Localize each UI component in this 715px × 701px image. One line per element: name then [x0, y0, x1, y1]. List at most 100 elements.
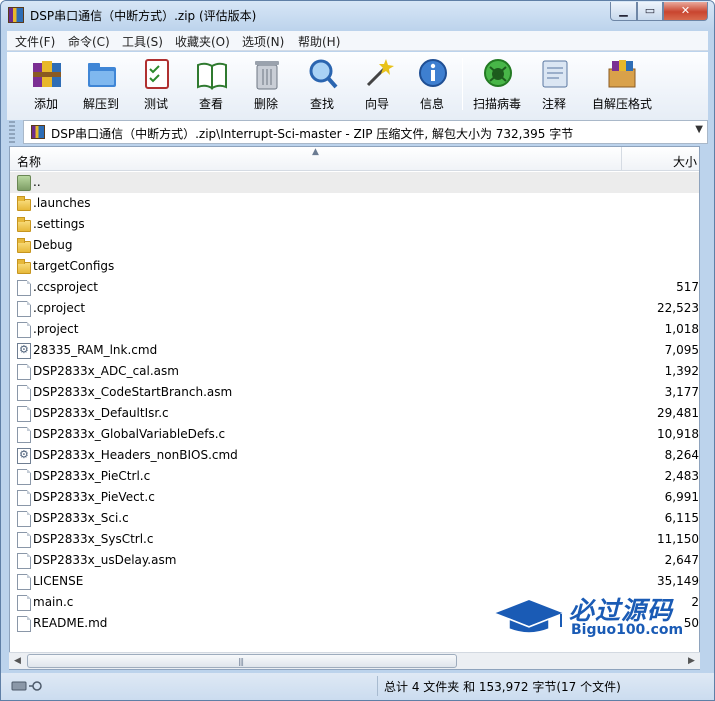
file-row[interactable]: .ccsproject 517: [10, 277, 699, 298]
sfx-label: 自解压格式: [591, 97, 652, 111]
sfx-button[interactable]: 自解压格式: [589, 55, 655, 115]
file-name: README.md: [33, 616, 108, 630]
file-size: 3,177: [664, 385, 699, 399]
address-bar[interactable]: DSP串口通信（中断方式）.zip\Interrupt-Sci-master -…: [23, 120, 708, 144]
close-button[interactable]: ✕: [663, 2, 708, 21]
menu-bar: 文件(F) 命令(C) 工具(S) 收藏夹(O) 选项(N) 帮助(H): [7, 31, 708, 51]
file-row[interactable]: DSP2833x_SysCtrl.c 11,150: [10, 529, 699, 550]
watermark: 必过源码 Biguo100.com: [491, 591, 701, 641]
file-size: 1,018: [664, 322, 699, 336]
file-row[interactable]: LICENSE 35,149: [10, 571, 699, 592]
toolbar: 添加 解压到 测试 查看 删除 查找 向导 信息 扫描病毒 注释 自解压格式: [7, 52, 708, 120]
virus-scan-icon: [484, 59, 512, 87]
menu-commands[interactable]: 命令(C): [68, 33, 110, 50]
info-icon: [419, 59, 447, 87]
horizontal-scrollbar[interactable]: ◀ ||| ▶: [9, 652, 700, 669]
file-name: DSP2833x_SysCtrl.c: [33, 532, 154, 546]
file-icon: [17, 385, 31, 401]
file-row[interactable]: DSP2833x_PieVect.c 6,991: [10, 487, 699, 508]
file-icon: [17, 616, 31, 632]
wizard-button[interactable]: 向导: [349, 55, 405, 115]
file-row[interactable]: DSP2833x_GlobalVariableDefs.c 10,918: [10, 424, 699, 445]
scroll-thumb[interactable]: |||: [27, 654, 457, 668]
parent-folder-icon: [17, 175, 31, 191]
find-button[interactable]: 查找: [294, 55, 350, 115]
cmd-file-icon: [17, 448, 31, 464]
file-name: DSP2833x_DefaultIsr.c: [33, 406, 169, 420]
file-row[interactable]: ..: [10, 172, 699, 193]
add-button[interactable]: 添加: [18, 55, 74, 115]
file-row[interactable]: targetConfigs: [10, 256, 699, 277]
file-name: DSP2833x_CodeStartBranch.asm: [33, 385, 233, 399]
test-label: 测试: [143, 97, 168, 111]
file-size: 35,149: [657, 574, 699, 588]
file-row[interactable]: .cproject 22,523: [10, 298, 699, 319]
virus-scan-button[interactable]: 扫描病毒: [469, 55, 525, 115]
file-row[interactable]: 28335_RAM_lnk.cmd 7,095: [10, 340, 699, 361]
delete-button[interactable]: 删除: [238, 55, 294, 115]
file-name: DSP2833x_PieCtrl.c: [33, 469, 151, 483]
scroll-right-icon[interactable]: ▶: [683, 653, 700, 669]
cmd-file-icon: [17, 343, 31, 359]
file-name: DSP2833x_PieVect.c: [33, 490, 155, 504]
wizard-label: 向导: [364, 97, 389, 111]
winrar-window: DSP串口通信（中断方式）.zip (评估版本) ▁ ▭ ✕ 文件(F) 命令(…: [0, 0, 715, 701]
column-header-size[interactable]: 大小: [673, 153, 697, 170]
file-name: main.c: [33, 595, 74, 609]
menu-favorites[interactable]: 收藏夹(O): [175, 33, 230, 50]
status-divider: [377, 676, 378, 696]
scroll-grip-icon: |||: [238, 657, 244, 666]
extract-to-button[interactable]: 解压到: [73, 55, 129, 115]
file-row[interactable]: DSP2833x_DefaultIsr.c 29,481: [10, 403, 699, 424]
info-button[interactable]: 信息: [404, 55, 460, 115]
file-size: 7,095: [664, 343, 699, 357]
comment-button[interactable]: 注释: [526, 55, 582, 115]
file-row[interactable]: Debug: [10, 235, 699, 256]
column-divider[interactable]: [621, 147, 622, 171]
file-name: .project: [33, 322, 79, 336]
window-title: DSP串口通信（中断方式）.zip (评估版本): [30, 9, 257, 23]
file-icon: [17, 427, 31, 443]
file-row[interactable]: DSP2833x_ADC_cal.asm 1,392: [10, 361, 699, 382]
file-row[interactable]: DSP2833x_Headers_nonBIOS.cmd 8,264: [10, 445, 699, 466]
file-name: .cproject: [33, 301, 86, 315]
status-bar: 总计 4 文件夹 和 153,972 字节(17 个文件): [1, 673, 714, 700]
title-bar[interactable]: DSP串口通信（中断方式）.zip (评估版本) ▁ ▭ ✕: [1, 1, 714, 31]
file-row[interactable]: .project 1,018: [10, 319, 699, 340]
file-name: targetConfigs: [33, 259, 115, 273]
file-row[interactable]: DSP2833x_CodeStartBranch.asm 3,177: [10, 382, 699, 403]
scroll-left-icon[interactable]: ◀: [9, 653, 26, 669]
file-name: .settings: [33, 217, 85, 231]
file-row[interactable]: DSP2833x_PieCtrl.c 2,483: [10, 466, 699, 487]
file-row[interactable]: .launches: [10, 193, 699, 214]
file-row[interactable]: DSP2833x_usDelay.asm 2,647: [10, 550, 699, 571]
file-name: DSP2833x_Sci.c: [33, 511, 129, 525]
minimize-button[interactable]: ▁: [610, 2, 637, 21]
graduation-cap-icon: [491, 597, 567, 634]
file-icon: [17, 490, 31, 506]
winrar-app-icon: [8, 7, 24, 23]
delete-label: 删除: [253, 97, 278, 111]
menu-help[interactable]: 帮助(H): [298, 33, 340, 50]
column-header-name[interactable]: 名称: [17, 153, 41, 170]
add-label: 添加: [33, 97, 58, 111]
view-button[interactable]: 查看: [183, 55, 239, 115]
file-icon: [17, 280, 31, 296]
test-checklist-icon: [145, 59, 169, 89]
file-row[interactable]: .settings: [10, 214, 699, 235]
menu-tools[interactable]: 工具(S): [122, 33, 163, 50]
menu-file[interactable]: 文件(F): [15, 33, 55, 50]
address-dropdown-icon[interactable]: ▼: [695, 124, 703, 135]
test-button[interactable]: 测试: [128, 55, 184, 115]
file-icon: [17, 406, 31, 422]
menu-options[interactable]: 选项(N): [242, 33, 284, 50]
maximize-button[interactable]: ▭: [637, 2, 663, 21]
address-grip: [9, 121, 15, 143]
sfx-box-icon: [608, 60, 636, 88]
file-name: DSP2833x_GlobalVariableDefs.c: [33, 427, 226, 441]
file-name: DSP2833x_Headers_nonBIOS.cmd: [33, 448, 238, 462]
address-path: DSP串口通信（中断方式）.zip\Interrupt-Sci-master -…: [51, 127, 574, 141]
file-row[interactable]: DSP2833x_Sci.c 6,115: [10, 508, 699, 529]
extract-to-label: 解压到: [82, 97, 119, 111]
file-name: ..: [33, 175, 41, 189]
